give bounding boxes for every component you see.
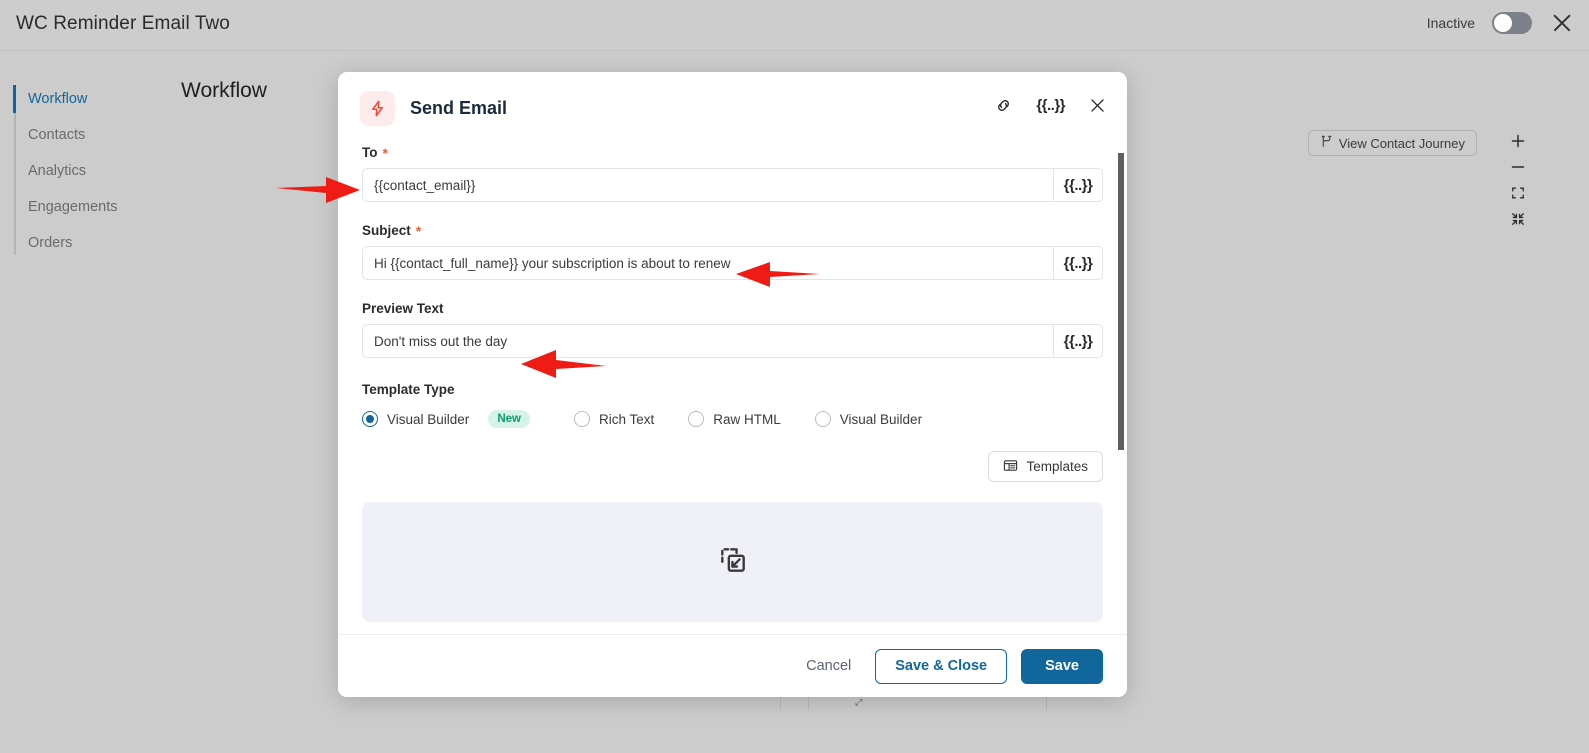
- modal-header-actions: {{..}}: [994, 96, 1107, 115]
- merge-tag-icon[interactable]: {{..}}: [1036, 97, 1065, 114]
- to-input-row: {{..}}: [362, 168, 1103, 202]
- save-button[interactable]: Save: [1021, 648, 1103, 684]
- page-title: WC Reminder Email Two: [16, 13, 230, 34]
- subject-field: Subject * {{..}}: [362, 223, 1103, 280]
- sidebar-item-analytics[interactable]: Analytics: [14, 153, 164, 189]
- radio-label: Raw HTML: [713, 411, 781, 427]
- subject-input[interactable]: [362, 246, 1053, 280]
- top-bar-actions: Inactive: [1427, 10, 1575, 36]
- radio-indicator: [688, 411, 705, 427]
- template-grid-icon: [1003, 458, 1018, 476]
- canvas-heading: Workflow: [181, 79, 267, 102]
- sidebar-item-contacts[interactable]: Contacts: [14, 117, 164, 153]
- to-field: To * {{..}}: [362, 145, 1103, 202]
- sidebar-item-label: Analytics: [28, 163, 87, 179]
- top-bar: WC Reminder Email Two Inactive: [0, 0, 1589, 51]
- template-type-radio-group: Visual Builder New Rich Text Raw HTML Vi…: [362, 410, 1103, 428]
- preview-text-merge-tag-button[interactable]: {{..}}: [1053, 324, 1103, 358]
- templates-button[interactable]: Templates: [988, 451, 1103, 482]
- preview-text-field: Preview Text {{..}}: [362, 301, 1103, 358]
- radio-label: Visual Builder: [387, 411, 470, 427]
- modal-body: To * {{..}} Subject * {{..}} Preview Tex…: [338, 145, 1127, 634]
- new-badge: New: [488, 410, 530, 428]
- preview-text-label: Preview Text: [362, 301, 1103, 316]
- preview-text-input[interactable]: [362, 324, 1053, 358]
- radio-visual-builder-new[interactable]: Visual Builder New: [362, 410, 530, 428]
- required-asterisk: *: [415, 222, 422, 239]
- canvas-node-mark: ⤢: [855, 697, 863, 707]
- subject-label-text: Subject: [362, 223, 411, 238]
- view-contact-journey-button[interactable]: View Contact Journey: [1307, 130, 1477, 156]
- close-icon[interactable]: [1549, 10, 1575, 36]
- fit-view-icon[interactable]: [1505, 180, 1531, 206]
- subject-label: Subject *: [362, 223, 1103, 238]
- radio-label: Rich Text: [598, 411, 655, 427]
- journey-branch-icon: [1320, 135, 1333, 151]
- to-input[interactable]: [362, 168, 1053, 202]
- sidebar-item-engagements[interactable]: Engagements: [14, 189, 164, 225]
- to-label: To *: [362, 145, 1103, 160]
- email-builder-dropzone[interactable]: [362, 502, 1103, 622]
- close-icon[interactable]: [1088, 96, 1107, 115]
- view-contact-journey-label: View Contact Journey: [1338, 135, 1465, 151]
- modal-footer: Cancel Save & Close Save: [338, 634, 1127, 697]
- modal-title: Send Email: [410, 98, 508, 118]
- modal-scrollbar[interactable]: [1118, 153, 1124, 450]
- sidebar-item-label: Workflow: [28, 91, 88, 107]
- save-and-close-button[interactable]: Save & Close: [875, 648, 1008, 684]
- radio-indicator: [362, 411, 378, 427]
- templates-row: Templates: [362, 451, 1103, 482]
- sidebar-item-label: Orders: [28, 235, 73, 251]
- radio-indicator: [814, 411, 831, 427]
- radio-visual-builder[interactable]: Visual Builder: [814, 411, 923, 427]
- link-icon[interactable]: [994, 96, 1013, 115]
- send-email-modal: Send Email {{..}} To * {{contact_email}}…: [338, 72, 1127, 697]
- sidebar: Workflow Contacts Analytics Engagements …: [13, 81, 164, 261]
- template-type-section: Template Type Visual Builder New Rich Te…: [362, 382, 1103, 428]
- annotation-arrow-to-field: [276, 172, 361, 208]
- modal-scroll-track[interactable]: [1114, 145, 1127, 634]
- sidebar-item-orders[interactable]: Orders: [14, 225, 164, 261]
- annotation-arrow-preview-field: [520, 347, 606, 381]
- templates-button-label: Templates: [1026, 459, 1088, 474]
- status-badge: Inactive: [1426, 15, 1475, 31]
- drag-drop-icon: [714, 541, 752, 584]
- radio-label: Visual Builder: [839, 411, 923, 427]
- to-merge-tag-button[interactable]: {{..}}: [1053, 168, 1103, 202]
- preview-text-input-row: {{..}}: [362, 324, 1103, 358]
- cancel-button[interactable]: Cancel: [796, 650, 861, 682]
- zoom-controls: [1505, 128, 1531, 232]
- radio-rich-text[interactable]: Rich Text: [573, 411, 655, 427]
- template-type-label: Template Type: [362, 382, 455, 397]
- sidebar-item-workflow[interactable]: Workflow: [13, 81, 164, 117]
- sidebar-item-label: Engagements: [28, 199, 118, 215]
- preview-text-label-text: Preview Text: [362, 301, 444, 316]
- activation-toggle[interactable]: [1492, 12, 1532, 34]
- minus-icon[interactable]: [1505, 154, 1531, 180]
- collapse-arrows-icon[interactable]: [1505, 206, 1531, 232]
- lightning-bolt-icon: [360, 91, 395, 126]
- modal-header: Send Email {{..}}: [338, 72, 1127, 145]
- subject-input-row: {{..}}: [362, 246, 1103, 280]
- toggle-knob: [1494, 14, 1512, 32]
- required-asterisk: *: [382, 145, 388, 161]
- to-label-text: To: [362, 145, 378, 160]
- annotation-arrow-subject-field: [735, 258, 820, 292]
- plus-icon[interactable]: [1505, 128, 1531, 154]
- radio-indicator: [573, 411, 590, 427]
- subject-merge-tag-button[interactable]: {{..}}: [1053, 246, 1103, 280]
- sidebar-item-label: Contacts: [28, 127, 86, 143]
- radio-raw-html[interactable]: Raw HTML: [688, 411, 781, 427]
